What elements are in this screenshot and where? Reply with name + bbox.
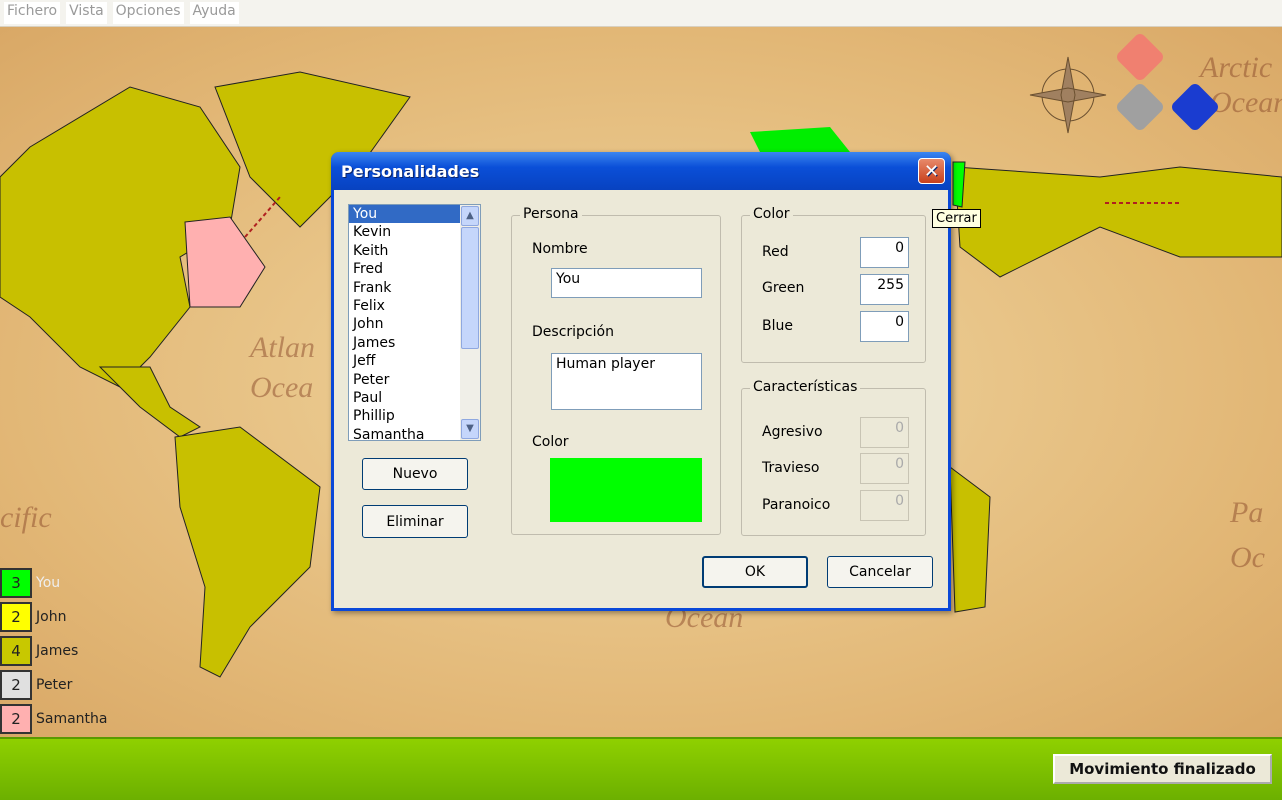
paranoid-input[interactable]: 0 bbox=[860, 490, 909, 521]
player-name: Peter bbox=[36, 677, 73, 693]
menu-ayuda[interactable]: Ayuda bbox=[189, 2, 239, 24]
group-label: Características bbox=[750, 379, 861, 395]
list-scrollbar[interactable]: ▲ ▼ bbox=[460, 205, 480, 440]
name-input[interactable]: You bbox=[551, 268, 702, 298]
player-name: John bbox=[36, 609, 67, 625]
player-legend: 3 You 2 John 4 James 2 Peter 2 Samantha bbox=[0, 566, 108, 736]
personality-list[interactable]: You Kevin Keith Fred Frank Felix John James Jeff… bbox=[348, 204, 481, 443]
close-tooltip: Cerrar bbox=[932, 209, 981, 228]
dialog-title: Personalidades bbox=[341, 161, 480, 181]
territory-central-america bbox=[98, 366, 201, 438]
group-label: Color bbox=[750, 206, 793, 222]
dialog-titlebar[interactable]: Personalidades ✕ bbox=[331, 152, 951, 190]
territory-europe-west bbox=[750, 127, 850, 152]
territory-quebec bbox=[184, 216, 266, 308]
player-count: 2 bbox=[0, 670, 32, 700]
legend-item: 3 You bbox=[0, 566, 108, 600]
cancel-button[interactable]: Cancelar bbox=[827, 556, 933, 588]
close-button[interactable]: ✕ bbox=[918, 158, 945, 184]
player-count: 2 bbox=[0, 602, 32, 632]
color-swatch[interactable] bbox=[550, 458, 702, 522]
paranoid-label: Paranoico bbox=[762, 497, 831, 513]
compass-icon bbox=[1029, 56, 1107, 134]
svg-text:Arctic: Arctic bbox=[1198, 51, 1272, 84]
svg-text:Pa: Pa bbox=[1229, 496, 1263, 529]
red-label: Red bbox=[762, 244, 789, 260]
end-turn-button[interactable]: Movimiento finalizado bbox=[1053, 754, 1272, 784]
blue-input[interactable]: 0 bbox=[860, 311, 909, 342]
territory-south-america bbox=[174, 426, 321, 678]
delete-button[interactable]: Eliminar bbox=[362, 505, 468, 538]
svg-text:Oc: Oc bbox=[1230, 541, 1265, 574]
mischievous-input[interactable]: 0 bbox=[860, 453, 909, 484]
color-group: Color Red 0 Green 255 Blue 0 bbox=[741, 206, 926, 363]
color-label: Color bbox=[532, 434, 569, 450]
menu-opciones[interactable]: Opciones bbox=[112, 2, 184, 24]
persona-group: Persona Nombre You Descripción Human pla… bbox=[511, 206, 721, 535]
player-name: Samantha bbox=[36, 711, 108, 727]
close-icon: ✕ bbox=[923, 160, 940, 182]
aggressive-input[interactable]: 0 bbox=[860, 417, 909, 448]
player-name: You bbox=[36, 575, 61, 591]
legend-item: 2 John bbox=[0, 600, 108, 634]
green-label: Green bbox=[762, 280, 805, 296]
mischievous-label: Travieso bbox=[762, 460, 820, 476]
description-label: Descripción bbox=[532, 324, 614, 340]
name-label: Nombre bbox=[532, 241, 588, 257]
menu-bar: Fichero Vista Opciones Ayuda bbox=[0, 0, 1282, 27]
player-count: 2 bbox=[0, 704, 32, 734]
svg-text:Atlan: Atlan bbox=[248, 331, 315, 364]
red-input[interactable]: 0 bbox=[860, 237, 909, 268]
legend-item: 4 James bbox=[0, 634, 108, 668]
personalities-dialog: Personalidades ✕ You Kevin Keith Fred Frank F… bbox=[331, 152, 951, 611]
scroll-down-icon[interactable]: ▼ bbox=[461, 419, 479, 439]
territory-africa-south bbox=[949, 465, 991, 613]
legend-item: 2 Samantha bbox=[0, 702, 108, 736]
ok-button[interactable]: OK bbox=[702, 556, 808, 588]
svg-text:cific: cific bbox=[0, 501, 52, 534]
group-label: Persona bbox=[520, 206, 582, 222]
svg-text:Ocean: Ocean bbox=[1210, 86, 1282, 119]
player-count: 3 bbox=[0, 568, 32, 598]
territory-europe-east bbox=[954, 166, 1282, 278]
menu-vista[interactable]: Vista bbox=[66, 2, 107, 24]
scroll-up-icon[interactable]: ▲ bbox=[461, 206, 479, 226]
aggressive-label: Agresivo bbox=[762, 424, 823, 440]
scroll-thumb[interactable] bbox=[461, 227, 479, 349]
description-input[interactable]: Human player bbox=[551, 353, 702, 410]
new-button[interactable]: Nuevo bbox=[362, 458, 468, 490]
green-input[interactable]: 255 bbox=[860, 274, 909, 305]
traits-group: Características Agresivo 0 Travieso 0 Pa… bbox=[741, 379, 926, 536]
legend-item: 2 Peter bbox=[0, 668, 108, 702]
svg-text:Ocea: Ocea bbox=[250, 371, 313, 404]
player-name: James bbox=[36, 643, 79, 659]
blue-label: Blue bbox=[762, 318, 793, 334]
menu-fichero[interactable]: Fichero bbox=[4, 2, 61, 24]
player-count: 4 bbox=[0, 636, 32, 666]
